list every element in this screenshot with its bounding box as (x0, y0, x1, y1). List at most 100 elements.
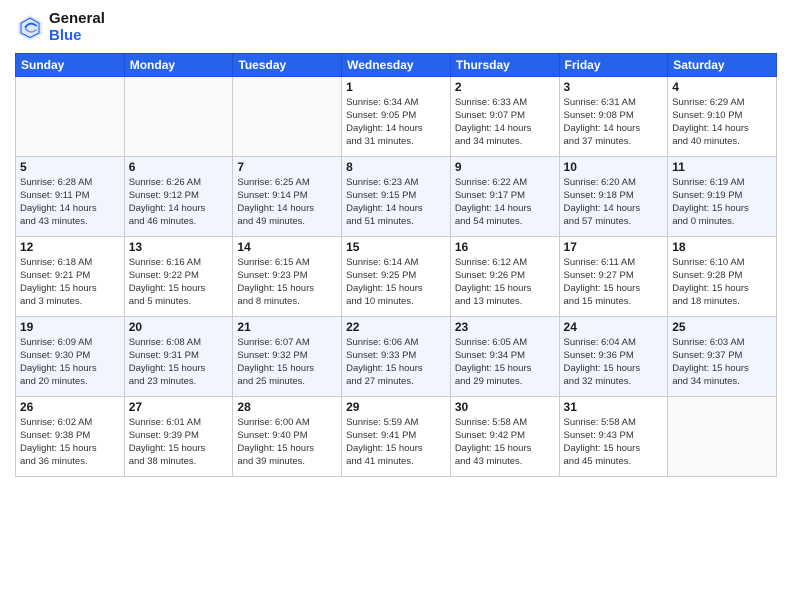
cell-info: Sunrise: 6:28 AMSunset: 9:11 PMDaylight:… (20, 176, 120, 229)
calendar-cell: 18 Sunrise: 6:10 AMSunset: 9:28 PMDayligh… (668, 236, 777, 316)
weekday-header-saturday: Saturday (668, 53, 777, 76)
day-number: 25 (672, 320, 772, 334)
day-number: 1 (346, 80, 446, 94)
calendar-cell: 2 Sunrise: 6:33 AMSunset: 9:07 PMDaylight… (450, 76, 559, 156)
header: General Blue (15, 10, 777, 45)
weekday-header-monday: Monday (124, 53, 233, 76)
calendar-cell: 10 Sunrise: 6:20 AMSunset: 9:18 PMDayligh… (559, 156, 668, 236)
cell-info: Sunrise: 6:02 AMSunset: 9:38 PMDaylight:… (20, 416, 120, 469)
calendar-cell: 12 Sunrise: 6:18 AMSunset: 9:21 PMDayligh… (16, 236, 125, 316)
cell-info: Sunrise: 6:10 AMSunset: 9:28 PMDaylight:… (672, 256, 772, 309)
day-number: 26 (20, 400, 120, 414)
calendar-page: General Blue SundayMondayTuesdayWednesda… (0, 0, 792, 612)
cell-info: Sunrise: 6:04 AMSunset: 9:36 PMDaylight:… (564, 336, 664, 389)
calendar-cell: 31 Sunrise: 5:58 AMSunset: 9:43 PMDayligh… (559, 396, 668, 476)
day-number: 27 (129, 400, 229, 414)
cell-info: Sunrise: 6:22 AMSunset: 9:17 PMDaylight:… (455, 176, 555, 229)
day-number: 4 (672, 80, 772, 94)
calendar-cell: 27Sunrise: 6:01 AMSunset: 9:39 PMDayligh… (124, 396, 233, 476)
cell-info: Sunrise: 6:23 AMSunset: 9:15 PMDaylight:… (346, 176, 446, 229)
cell-info: Sunrise: 6:09 AMSunset: 9:30 PMDaylight:… (20, 336, 120, 389)
calendar-cell: 19 Sunrise: 6:09 AMSunset: 9:30 PMDayligh… (16, 316, 125, 396)
calendar-cell: 29Sunrise: 5:59 AMSunset: 9:41 PMDayligh… (342, 396, 451, 476)
cell-info: Sunrise: 5:59 AMSunset: 9:41 PMDaylight:… (346, 416, 446, 469)
cell-info: Sunrise: 6:26 AMSunset: 9:12 PMDaylight:… (129, 176, 229, 229)
cell-info: Sunrise: 6:05 AMSunset: 9:34 PMDaylight:… (455, 336, 555, 389)
calendar-cell (124, 76, 233, 156)
week-row-0: 1 Sunrise: 6:34 AMSunset: 9:05 PMDaylight… (16, 76, 777, 156)
day-number: 19 (20, 320, 120, 334)
cell-info: Sunrise: 6:33 AMSunset: 9:07 PMDaylight:… (455, 96, 555, 149)
week-row-2: 12 Sunrise: 6:18 AMSunset: 9:21 PMDayligh… (16, 236, 777, 316)
calendar-cell: 26 Sunrise: 6:02 AMSunset: 9:38 PMDayligh… (16, 396, 125, 476)
calendar-cell: 14 Sunrise: 6:15 AMSunset: 9:23 PMDayligh… (233, 236, 342, 316)
calendar-cell: 4 Sunrise: 6:29 AMSunset: 9:10 PMDaylight… (668, 76, 777, 156)
calendar-cell: 16 Sunrise: 6:12 AMSunset: 9:26 PMDayligh… (450, 236, 559, 316)
weekday-header-tuesday: Tuesday (233, 53, 342, 76)
logo-icon (15, 12, 45, 42)
cell-info: Sunrise: 6:12 AMSunset: 9:26 PMDaylight:… (455, 256, 555, 309)
day-number: 31 (564, 400, 664, 414)
day-number: 18 (672, 240, 772, 254)
calendar-cell: 6 Sunrise: 6:26 AMSunset: 9:12 PMDaylight… (124, 156, 233, 236)
cell-info: Sunrise: 6:16 AMSunset: 9:22 PMDaylight:… (129, 256, 229, 309)
cell-info: Sunrise: 6:15 AMSunset: 9:23 PMDaylight:… (237, 256, 337, 309)
calendar-cell: 1 Sunrise: 6:34 AMSunset: 9:05 PMDaylight… (342, 76, 451, 156)
day-number: 5 (20, 160, 120, 174)
calendar-cell: 28Sunrise: 6:00 AMSunset: 9:40 PMDayligh… (233, 396, 342, 476)
cell-info: Sunrise: 6:11 AMSunset: 9:27 PMDaylight:… (564, 256, 664, 309)
cell-info: Sunrise: 5:58 AMSunset: 9:42 PMDaylight:… (455, 416, 555, 469)
day-number: 10 (564, 160, 664, 174)
day-number: 16 (455, 240, 555, 254)
day-number: 8 (346, 160, 446, 174)
cell-info: Sunrise: 6:03 AMSunset: 9:37 PMDaylight:… (672, 336, 772, 389)
weekday-header-row: SundayMondayTuesdayWednesdayThursdayFrid… (16, 53, 777, 76)
cell-info: Sunrise: 5:58 AMSunset: 9:43 PMDaylight:… (564, 416, 664, 469)
calendar-cell: 21 Sunrise: 6:07 AMSunset: 9:32 PMDayligh… (233, 316, 342, 396)
cell-info: Sunrise: 6:07 AMSunset: 9:32 PMDaylight:… (237, 336, 337, 389)
calendar-cell: 13 Sunrise: 6:16 AMSunset: 9:22 PMDayligh… (124, 236, 233, 316)
cell-info: Sunrise: 6:29 AMSunset: 9:10 PMDaylight:… (672, 96, 772, 149)
cell-info: Sunrise: 6:08 AMSunset: 9:31 PMDaylight:… (129, 336, 229, 389)
calendar-cell (16, 76, 125, 156)
calendar-cell: 17 Sunrise: 6:11 AMSunset: 9:27 PMDayligh… (559, 236, 668, 316)
cell-info: Sunrise: 6:00 AMSunset: 9:40 PMDaylight:… (237, 416, 337, 469)
weekday-header-sunday: Sunday (16, 53, 125, 76)
calendar-cell: 11Sunrise: 6:19 AMSunset: 9:19 PMDayligh… (668, 156, 777, 236)
day-number: 24 (564, 320, 664, 334)
cell-info: Sunrise: 6:31 AMSunset: 9:08 PMDaylight:… (564, 96, 664, 149)
day-number: 7 (237, 160, 337, 174)
day-number: 6 (129, 160, 229, 174)
cell-info: Sunrise: 6:20 AMSunset: 9:18 PMDaylight:… (564, 176, 664, 229)
cell-info: Sunrise: 6:25 AMSunset: 9:14 PMDaylight:… (237, 176, 337, 229)
day-number: 3 (564, 80, 664, 94)
logo: General Blue (15, 10, 105, 45)
day-number: 11 (672, 160, 772, 174)
cell-info: Sunrise: 6:34 AMSunset: 9:05 PMDaylight:… (346, 96, 446, 149)
day-number: 15 (346, 240, 446, 254)
day-number: 12 (20, 240, 120, 254)
day-number: 20 (129, 320, 229, 334)
calendar-cell: 20 Sunrise: 6:08 AMSunset: 9:31 PMDayligh… (124, 316, 233, 396)
cell-info: Sunrise: 6:06 AMSunset: 9:33 PMDaylight:… (346, 336, 446, 389)
calendar-table: SundayMondayTuesdayWednesdayThursdayFrid… (15, 53, 777, 477)
cell-info: Sunrise: 6:18 AMSunset: 9:21 PMDaylight:… (20, 256, 120, 309)
week-row-4: 26 Sunrise: 6:02 AMSunset: 9:38 PMDayligh… (16, 396, 777, 476)
week-row-1: 5 Sunrise: 6:28 AMSunset: 9:11 PMDaylight… (16, 156, 777, 236)
logo-text: General Blue (49, 10, 105, 45)
day-number: 2 (455, 80, 555, 94)
weekday-header-friday: Friday (559, 53, 668, 76)
day-number: 22 (346, 320, 446, 334)
calendar-cell: 25 Sunrise: 6:03 AMSunset: 9:37 PMDayligh… (668, 316, 777, 396)
calendar-cell: 9 Sunrise: 6:22 AMSunset: 9:17 PMDaylight… (450, 156, 559, 236)
day-number: 13 (129, 240, 229, 254)
day-number: 17 (564, 240, 664, 254)
calendar-cell: 24 Sunrise: 6:04 AMSunset: 9:36 PMDayligh… (559, 316, 668, 396)
day-number: 9 (455, 160, 555, 174)
calendar-cell: 22 Sunrise: 6:06 AMSunset: 9:33 PMDayligh… (342, 316, 451, 396)
day-number: 21 (237, 320, 337, 334)
weekday-header-wednesday: Wednesday (342, 53, 451, 76)
day-number: 14 (237, 240, 337, 254)
calendar-cell (668, 396, 777, 476)
calendar-cell: 3 Sunrise: 6:31 AMSunset: 9:08 PMDaylight… (559, 76, 668, 156)
